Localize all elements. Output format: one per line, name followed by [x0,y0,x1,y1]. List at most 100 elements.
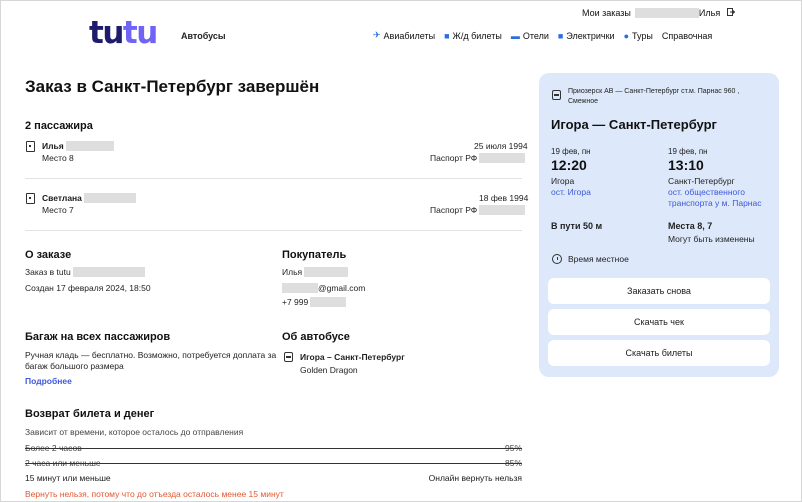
departure-time: 12:20 [551,157,587,173]
passenger-2-name: Светлана [42,193,136,203]
passenger-2-seat: Место 7 [42,205,74,215]
passenger-2-birthdate: 18 фев 1994 [479,193,529,203]
nav-trains[interactable]: ■ Ж/д билеты [444,30,502,41]
logo-part-1: tu [89,15,124,51]
site-header: tutu Автобусы Мои заказы Илья ✈ Авиабиле… [1,1,801,71]
refund-row: Более 2 часов 95% [25,441,522,455]
departure-city: Игора [551,176,575,186]
nav-label: Ж/д билеты [452,30,502,41]
redacted-surname [83,193,136,203]
passenger-1-seat: Место 8 [42,153,74,163]
arrival-time: 13:10 [668,157,704,173]
redacted-surname [634,8,699,18]
divider [25,230,522,231]
nav-suburban[interactable]: ■ Электрички [558,30,615,41]
baggage-text-line-2: багаж большого размера [25,361,124,371]
nav-label: Отели [522,30,549,41]
divider [25,178,522,179]
refund-condition: 15 минут или меньше [25,473,111,483]
download-tickets-button[interactable]: Скачать билеты [548,340,770,366]
buyer-email: @gmail.com [282,283,365,293]
nav-tours[interactable]: ● Туры [624,30,653,41]
refund-subtitle: Зависит от времени, которое осталось до … [25,427,244,437]
arrival-stop-link-line-1[interactable]: ост. общественного [668,187,745,198]
nav-label: Туры [632,30,653,41]
email-domain: @gmail.com [318,283,366,293]
redacted-phone [310,297,347,307]
passenger-name: Светлана [42,193,82,203]
document-type: Паспорт РФ [430,153,478,163]
top-navigation: ✈ Авиабилеты ■ Ж/д билеты ▬ Отели ■ Элек… [373,30,721,41]
passenger-2-document: Паспорт РФ [430,205,526,215]
bus-model: Golden Dragon [300,365,358,375]
arrival-stop-link-line-2[interactable]: транспорта у м. Парнас [668,198,761,209]
baggage-more-link[interactable]: Подробнее [25,376,72,386]
redacted-surname [65,141,114,151]
trip-card: Приозерск АВ — Санкт-Петербург ст.м. Пар… [539,73,779,377]
refund-condition: 2 часа или меньше [25,458,101,468]
tours-icon: ● [623,30,630,41]
seats: Места 8, 7 [668,221,713,231]
passenger-1-birthdate: 25 июля 1994 [474,141,528,151]
account-bar: Мои заказы Илья [582,8,736,18]
order-created: Создан 17 февраля 2024, 18:50 [25,283,151,293]
redacted-document-number [479,153,526,163]
refund-heading: Возврат билета и денег [25,408,155,420]
refund-value: 95% [504,443,522,453]
nav-label: Авиабилеты [383,30,436,41]
buyer-phone: +7 999 [282,297,347,307]
my-orders-link[interactable]: Мои заказы [582,8,631,18]
passport-icon [26,141,35,152]
refund-row: 2 часа или меньше 85% [25,456,522,470]
arrival-date: 19 фев, пн [668,147,708,156]
plane-icon: ✈ [373,30,381,40]
departure-stop-link[interactable]: ост. Игора [551,187,591,198]
buyer-heading: Покупатель [282,249,347,261]
passenger-1-document: Паспорт РФ [430,153,526,163]
redacted-document-number [479,205,526,215]
trip-route-line-2: Смежное [568,98,599,105]
redacted-surname [304,267,349,277]
passenger-1-name: Илья [42,141,114,151]
refund-condition: Более 2 часов [25,443,82,453]
logout-icon[interactable] [727,8,736,18]
trip-duration: В пути 50 м [551,221,603,231]
bus-heading: Об автобусе [282,331,350,343]
bus-icon [284,352,293,362]
tutu-logo[interactable]: tutu Автобусы [89,15,226,51]
nav-help[interactable]: Справочная [662,30,712,41]
train-icon: ■ [444,30,450,41]
refund-row: 15 минут или меньше Онлайн вернуть нельз… [25,471,522,485]
trip-title: Игора — Санкт-Петербург [551,117,717,132]
hotel-icon: ▬ [510,30,520,41]
passengers-heading: 2 пассажира [25,120,93,132]
refund-warning: Вернуть нельзя, потому что до отъезда ос… [25,489,284,499]
order-label: Заказ в tutu [25,267,71,277]
refund-value: Онлайн вернуть нельзя [428,473,522,483]
document-type: Паспорт РФ [430,205,478,215]
refund-value: 85% [504,458,522,468]
redacted-order-number [72,267,145,277]
nav-hotels[interactable]: ▬ Отели [511,30,549,41]
reorder-button[interactable]: Заказать снова [548,278,770,304]
baggage-heading: Багаж на всех пассажиров [25,331,171,343]
order-heading: О заказе [25,249,72,261]
trip-route-line-1: Приозерск АВ — Санкт-Петербург ст.м. Пар… [568,88,740,95]
baggage-text-line-1: Ручная кладь — бесплатно. Возможно, потр… [25,350,277,360]
nav-avia[interactable]: ✈ Авиабилеты [373,30,435,41]
page-title: Заказ в Санкт-Петербург завершён [25,77,320,96]
suburban-train-icon: ■ [557,30,564,41]
bus-icon [552,90,561,100]
seats-note: Могут быть изменены [668,234,755,244]
passenger-name: Илья [42,141,64,151]
nav-label: Электрички [566,30,615,41]
logo-part-2: tu [122,15,158,51]
clock-icon [552,254,562,264]
arrival-city: Санкт-Петербург [668,176,735,186]
account-name[interactable]: Илья [699,8,720,18]
passport-icon [26,193,35,204]
download-receipt-button[interactable]: Скачать чек [548,309,770,335]
bus-route: Игора – Санкт-Петербург [300,352,405,362]
phone-prefix: +7 999 [282,297,309,307]
departure-date: 19 фев, пн [551,147,591,156]
